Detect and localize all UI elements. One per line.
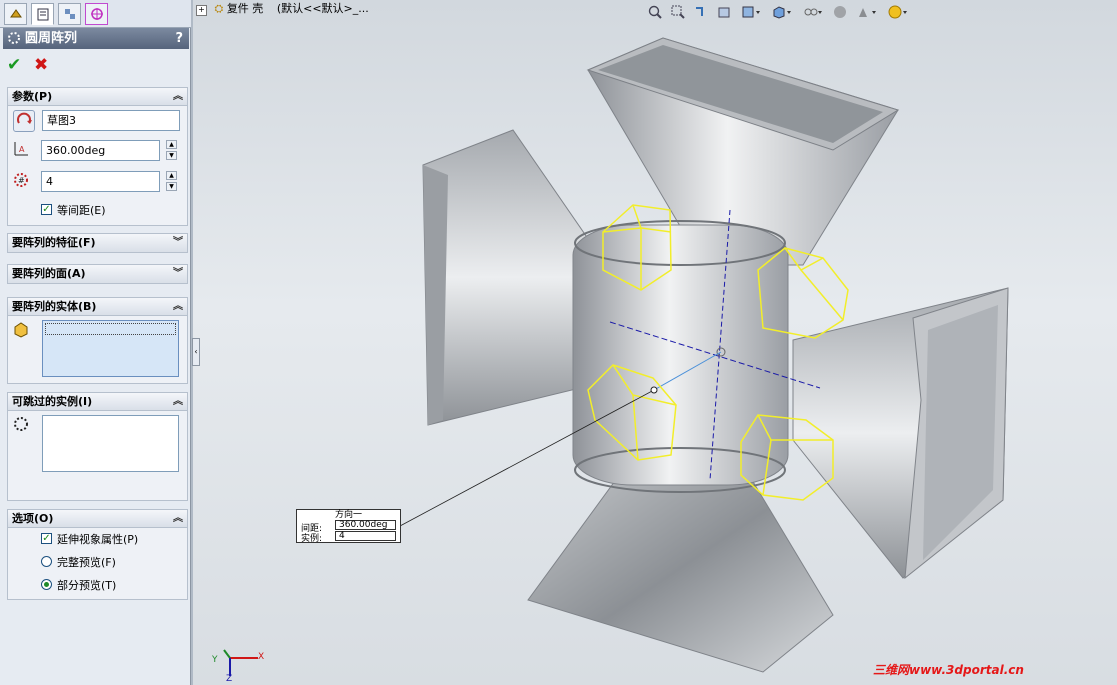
hide-show-items-icon[interactable] bbox=[799, 3, 827, 21]
full-preview-label: 完整预览(F) bbox=[57, 556, 116, 569]
svg-text:#: # bbox=[18, 176, 25, 185]
edit-appearance-icon[interactable] bbox=[830, 3, 850, 21]
zoom-area-icon[interactable] bbox=[668, 3, 688, 21]
ok-button[interactable]: ✔ bbox=[7, 56, 25, 74]
options-group: 选项(O) ︽ ✓ 延伸视象属性(P) 完整预览(F) 部分预览(T) bbox=[7, 509, 188, 600]
svg-text:A: A bbox=[19, 145, 25, 154]
instances-to-skip-header: 可跳过的实例(I) bbox=[12, 395, 93, 408]
reverse-direction-button[interactable] bbox=[13, 110, 35, 132]
parameters-group: 参数(P) ︽ 草图3 A 360.00deg ▲ ▼ # 4 ▲ ▼ ✓ 等间距(… bbox=[7, 87, 188, 226]
full-preview-radio[interactable] bbox=[41, 556, 52, 567]
partial-preview-radio[interactable] bbox=[41, 579, 52, 590]
view-settings-icon[interactable] bbox=[884, 3, 912, 21]
circular-pattern-icon bbox=[7, 31, 21, 52]
triad-y-label: Y bbox=[212, 655, 218, 665]
callout-instances-value[interactable]: 4 bbox=[335, 531, 396, 541]
partial-preview-label: 部分预览(T) bbox=[57, 579, 117, 592]
cancel-button[interactable]: ✖ bbox=[34, 56, 52, 74]
triad-x-label: X bbox=[258, 652, 265, 662]
selection-placeholder bbox=[45, 323, 176, 335]
instances-icon: # bbox=[12, 171, 30, 192]
skip-instances-list[interactable] bbox=[42, 415, 179, 472]
apply-scene-icon[interactable] bbox=[853, 3, 881, 21]
features-to-pattern-group[interactable]: 要阵列的特征(F) ︾ bbox=[7, 233, 188, 253]
bodies-selection-box[interactable] bbox=[42, 320, 179, 377]
part-icon: ⛭ bbox=[214, 2, 224, 15]
feature-tree-flyout[interactable]: + ⛭ 复件 壳 (默认<<默认>_... bbox=[196, 0, 369, 18]
view-orientation-icon[interactable] bbox=[737, 3, 765, 21]
equal-spacing-label: 等间距(E) bbox=[57, 204, 106, 217]
zoom-to-fit-icon[interactable] bbox=[645, 3, 665, 21]
configuration-manager-icon[interactable] bbox=[58, 3, 81, 25]
bodies-to-pattern-group: 要阵列的实体(B) ︽ bbox=[7, 297, 188, 384]
watermark: 三维网www.3dportal.cn bbox=[873, 663, 1024, 677]
property-manager-icon[interactable] bbox=[31, 3, 54, 25]
faces-to-pattern-header: 要阵列的面(A) bbox=[12, 267, 86, 280]
instances-spinner[interactable]: ▲ ▼ bbox=[166, 171, 177, 192]
property-manager: 圆周阵列 ? ✔ ✖ 参数(P) ︽ 草图3 A 360.00deg ▲ ▼ # … bbox=[0, 0, 191, 685]
part-model[interactable] bbox=[193, 0, 1117, 685]
angle-icon: A bbox=[12, 140, 30, 161]
callout-title: 方向一 bbox=[334, 510, 362, 520]
feature-manager-icon[interactable] bbox=[4, 3, 27, 25]
bodies-to-pattern-header: 要阵列的实体(B) bbox=[12, 300, 97, 313]
rotate-direction-icon bbox=[17, 112, 32, 124]
graphics-area[interactable] bbox=[193, 0, 1117, 685]
angle-field[interactable]: 360.00deg bbox=[41, 140, 160, 161]
chevron-down-icon[interactable]: ︾ bbox=[173, 234, 183, 251]
dimxpert-icon[interactable] bbox=[85, 3, 108, 25]
faces-to-pattern-group[interactable]: 要阵列的面(A) ︾ bbox=[7, 264, 188, 284]
pattern-callout[interactable]: 方向一 间距: 360.00deg 实例: 4 bbox=[296, 509, 401, 544]
options-header: 选项(O) bbox=[12, 512, 54, 525]
view-toolbar bbox=[645, 2, 912, 22]
config-name: (默认<<默认>_... bbox=[276, 2, 369, 15]
manager-tabs bbox=[0, 0, 191, 28]
propagate-visual-checkbox[interactable]: ✓ bbox=[41, 533, 52, 544]
angle-spinner[interactable]: ▲ ▼ bbox=[166, 140, 177, 161]
instances-field[interactable]: 4 bbox=[41, 171, 160, 192]
triad-z-label: Z bbox=[226, 674, 233, 684]
chevron-up-icon[interactable]: ︽ bbox=[173, 393, 183, 410]
options-header-bar[interactable]: 选项(O) ︽ bbox=[8, 510, 187, 528]
skip-instances-icon bbox=[12, 415, 30, 436]
chevron-up-icon[interactable]: ︽ bbox=[173, 88, 183, 105]
parameters-header[interactable]: 参数(P) ︽ bbox=[8, 88, 187, 106]
chevron-up-icon[interactable]: ︽ bbox=[173, 510, 183, 527]
propagate-visual-label: 延伸视象属性(P) bbox=[57, 533, 139, 546]
pattern-axis-field[interactable]: 草图3 bbox=[42, 110, 180, 131]
chevron-up-icon[interactable]: ︽ bbox=[173, 298, 183, 315]
callout-instances-label: 实例: bbox=[301, 534, 323, 544]
equal-spacing-checkbox[interactable]: ✓ bbox=[41, 204, 52, 215]
collapse-panel-icon[interactable]: ‹ bbox=[192, 338, 200, 366]
display-style-icon[interactable] bbox=[768, 3, 796, 21]
chevron-down-icon[interactable]: ︾ bbox=[173, 265, 183, 282]
callout-spacing-value[interactable]: 360.00deg bbox=[335, 520, 396, 530]
instances-to-skip-group: 可跳过的实例(I) ︽ bbox=[7, 392, 188, 501]
instances-to-skip-header-bar[interactable]: 可跳过的实例(I) ︽ bbox=[8, 393, 187, 411]
feature-title-bar: 圆周阵列 ? bbox=[3, 28, 189, 49]
features-to-pattern-header: 要阵列的特征(F) bbox=[12, 236, 96, 249]
help-button[interactable]: ? bbox=[175, 28, 183, 49]
bodies-to-pattern-header-bar[interactable]: 要阵列的实体(B) ︽ bbox=[8, 298, 187, 316]
solid-body-icon bbox=[12, 320, 30, 341]
section-view-icon[interactable] bbox=[714, 3, 734, 21]
coordinate-triad bbox=[223, 649, 258, 676]
expand-icon[interactable]: + bbox=[196, 5, 207, 16]
feature-title: 圆周阵列 bbox=[25, 31, 78, 46]
previous-view-icon[interactable] bbox=[691, 3, 711, 21]
part-name: 复件 壳 bbox=[226, 2, 264, 15]
